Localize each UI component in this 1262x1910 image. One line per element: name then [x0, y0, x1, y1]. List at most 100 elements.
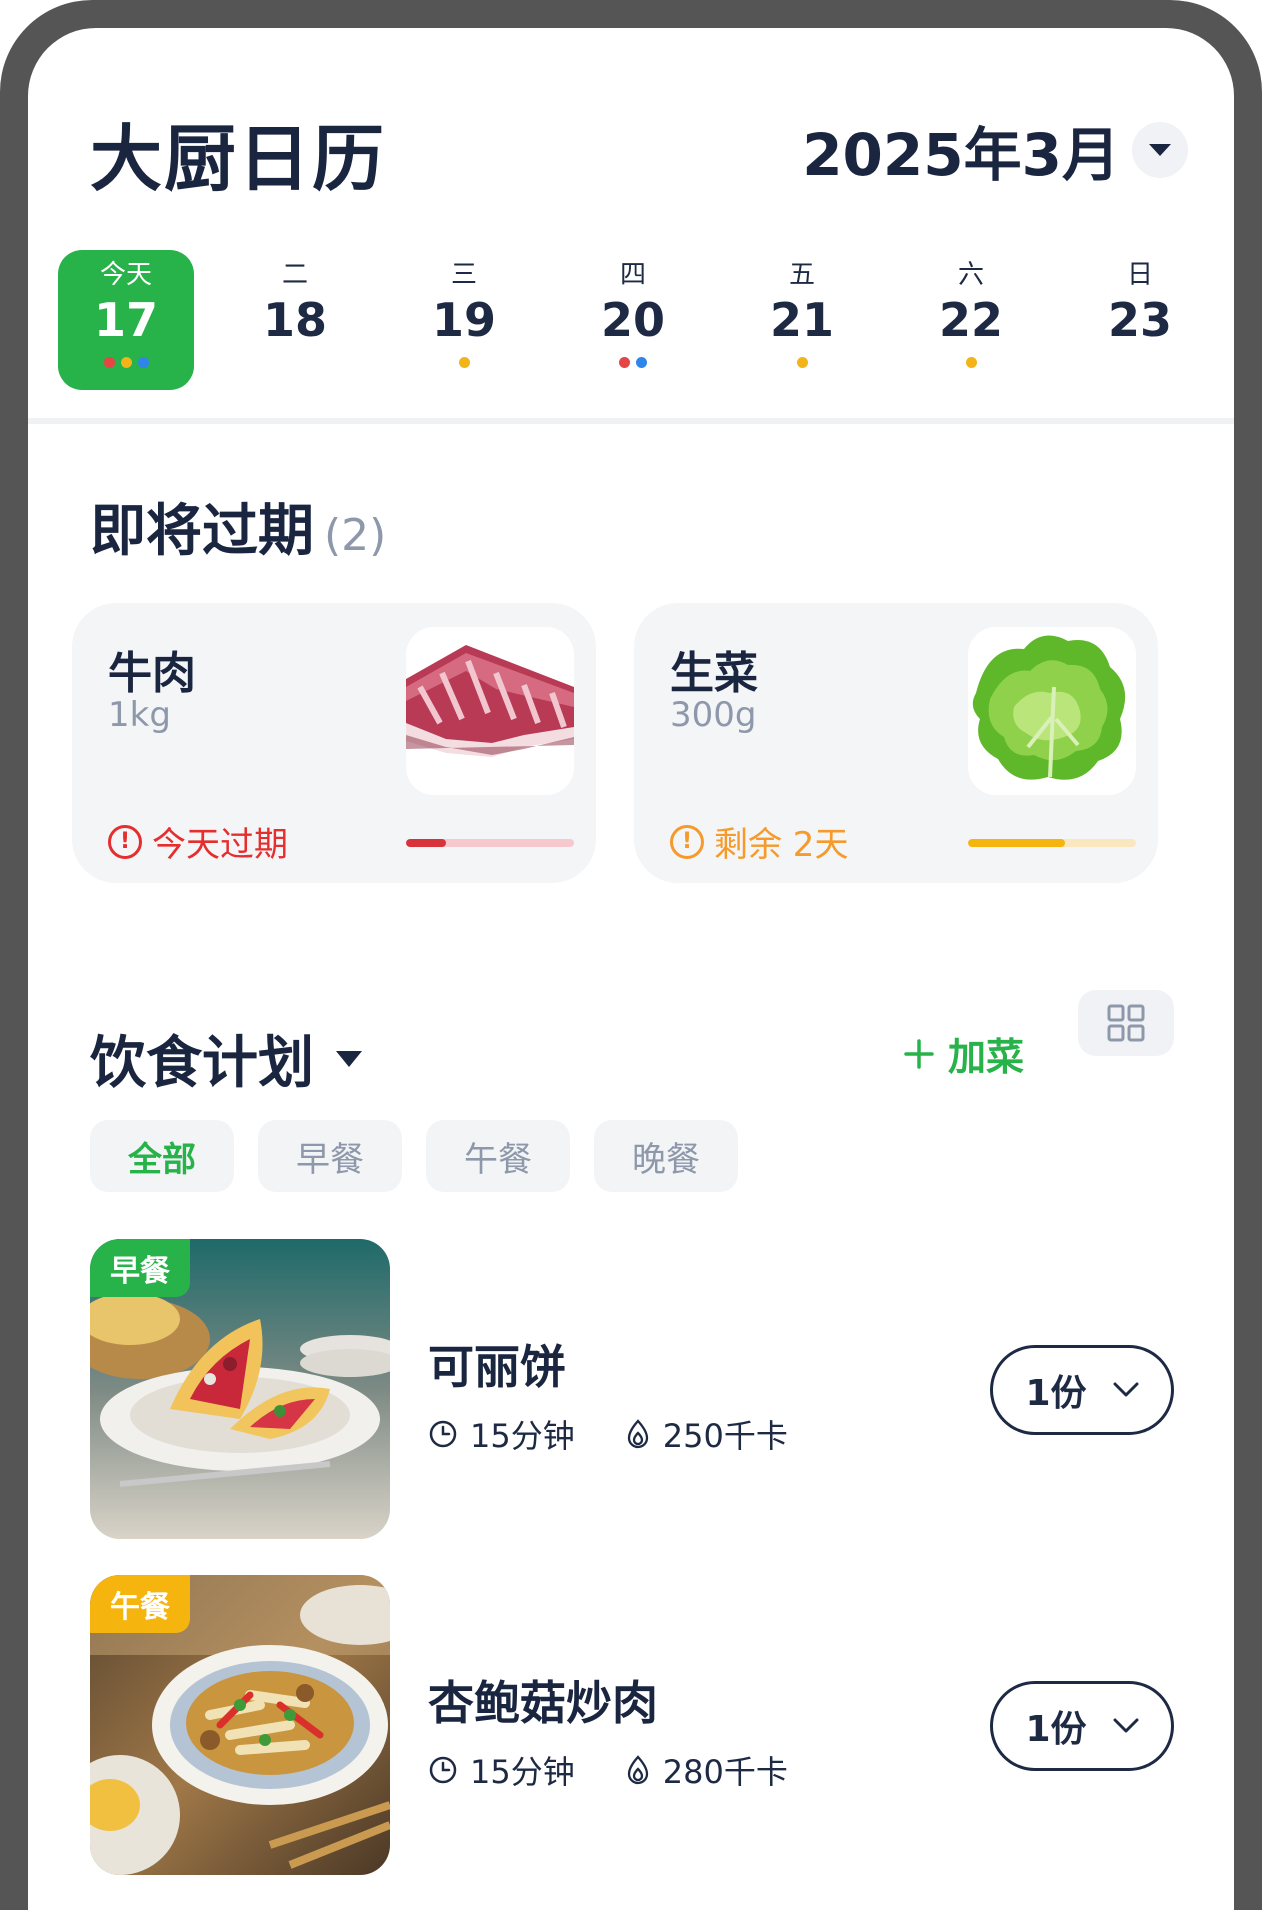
month-picker[interactable]: 2025年3月: [802, 108, 1188, 192]
flame-icon: [627, 1755, 648, 1785]
event-dot: [636, 356, 647, 368]
portion-selector[interactable]: 1份: [990, 1681, 1174, 1771]
plus-icon: [904, 1038, 934, 1069]
dish-name: 杏鲍菇炒肉: [428, 1676, 658, 1730]
event-dot: [137, 356, 149, 368]
freshness-bar: [968, 839, 1136, 847]
day-item[interactable]: 日 23: [1072, 250, 1208, 390]
add-dish-button[interactable]: 加菜: [904, 1026, 1024, 1081]
meal-type-tag: 午餐: [90, 1575, 190, 1633]
event-dot: [619, 356, 630, 368]
portion-label: 1份: [1025, 1373, 1087, 1414]
prep-time: 15分钟: [470, 1417, 575, 1455]
calories: 250千卡: [662, 1417, 788, 1455]
warning-icon: !: [670, 824, 704, 859]
dish-name: 可丽饼: [428, 1340, 566, 1394]
flame-icon: [627, 1419, 648, 1449]
ingredient-quantity: 300g: [670, 695, 757, 735]
app-screen: 大厨日历 2025年3月 今天 17 二 18 三 19 四 20 五 21 六 22 日2…: [28, 28, 1234, 1910]
event-dot: [965, 356, 977, 368]
beef-photo: [406, 627, 574, 795]
portion-label: 1份: [1025, 1709, 1087, 1750]
caret-down-icon: [1149, 144, 1171, 156]
lettuce-photo: [968, 627, 1136, 795]
meal-type-tag: 早餐: [90, 1239, 190, 1297]
meal-plan-dropdown[interactable]: 饮食计划: [90, 1018, 364, 1099]
day-number: 19: [431, 293, 496, 347]
month-dropdown-button[interactable]: [1132, 122, 1188, 178]
event-dot: [120, 356, 132, 368]
prep-time: 15分钟: [470, 1753, 575, 1791]
day-of-week: 六: [957, 260, 984, 290]
expiring-card-beef[interactable]: 牛肉 1kg ! 今天过期: [72, 603, 596, 883]
expiry-status-text: 今天过期: [152, 825, 288, 865]
day-item[interactable]: 四 20: [565, 250, 701, 390]
calories: 280千卡: [662, 1753, 788, 1791]
crepe-photo: 早餐: [90, 1239, 390, 1539]
day-of-week: 二: [281, 260, 308, 290]
week-strip: 今天 17 二 18 三 19 四 20 五 21 六 22 日 23: [58, 250, 1208, 390]
freshness-bar-fill: [406, 839, 447, 847]
stir-fry-photo: 午餐: [90, 1575, 390, 1875]
clock-icon: [429, 1756, 457, 1784]
day-number: 17: [93, 293, 158, 347]
day-dots: [619, 352, 647, 372]
grid-icon: [1107, 1004, 1145, 1042]
expiring-count: (2): [324, 510, 387, 561]
expiry-status: ! 剩余 2天: [670, 817, 848, 866]
filter-chip[interactable]: 全部: [90, 1120, 234, 1192]
expiring-title: 即将过期: [90, 499, 314, 564]
event-dot: [796, 356, 808, 368]
ingredient-name: 生菜: [670, 648, 758, 699]
app-title: 大厨日历: [90, 117, 387, 201]
device-frame: 大厨日历 2025年3月 今天 17 二 18 三 19 四 20 五 21 六 22 日2…: [0, 0, 1262, 1910]
day-of-week: 今天: [99, 260, 152, 290]
ingredient-name: 牛肉: [108, 648, 196, 699]
freshness-bar-fill: [968, 839, 1066, 847]
meal-filter-tabs: 全部 早餐 午餐 晚餐: [90, 1120, 738, 1192]
dish-meta: 15分钟 280千卡: [428, 1747, 788, 1793]
event-dot: [103, 356, 115, 368]
day-number: 21: [769, 293, 834, 347]
day-dots: [965, 352, 977, 372]
filter-chip[interactable]: 早餐: [258, 1120, 402, 1192]
clock-icon: [429, 1420, 457, 1448]
chevron-down-icon: [1113, 1382, 1139, 1397]
day-number: 22: [938, 293, 1003, 347]
ingredient-quantity: 1kg: [108, 695, 171, 735]
filter-chip[interactable]: 午餐: [426, 1120, 570, 1192]
meal-item[interactable]: 早餐 可丽饼 15分钟 250千卡 1份: [90, 1239, 1174, 1539]
chevron-down-icon: [1113, 1718, 1139, 1733]
day-number: 18: [262, 293, 327, 347]
day-item[interactable]: 三 19: [396, 250, 532, 390]
expiring-card-lettuce[interactable]: 生菜 300g ! 剩余 2天: [634, 603, 1158, 883]
day-dots: [796, 352, 808, 372]
expiry-status: ! 今天过期: [108, 817, 288, 866]
event-dot: [458, 356, 470, 368]
warning-icon: !: [108, 824, 142, 859]
caret-down-icon: [336, 1050, 362, 1067]
portion-selector[interactable]: 1份: [990, 1345, 1174, 1435]
day-dots: [458, 352, 470, 372]
dish-meta: 15分钟 250千卡: [428, 1411, 788, 1457]
day-item[interactable]: 二 18: [227, 250, 363, 390]
day-dots: [103, 352, 149, 372]
day-of-week: 五: [788, 260, 815, 290]
freshness-bar: [406, 839, 574, 847]
day-item[interactable]: 六 22: [903, 250, 1039, 390]
filter-chip[interactable]: 晚餐: [594, 1120, 738, 1192]
section-divider: [28, 418, 1234, 424]
day-number: 20: [600, 293, 665, 347]
meal-item[interactable]: 午餐 杏鲍菇炒肉 15分钟 280千卡 1份: [90, 1575, 1174, 1875]
add-dish-label: 加菜: [948, 1035, 1025, 1079]
day-item[interactable]: 今天 17: [58, 250, 194, 390]
day-of-week: 日: [1126, 260, 1153, 290]
grid-view-button[interactable]: [1078, 990, 1174, 1056]
day-item[interactable]: 五 21: [734, 250, 870, 390]
day-number: 23: [1107, 293, 1172, 347]
expiring-section-title: 即将过期 (2): [90, 486, 386, 567]
day-of-week: 四: [619, 260, 646, 290]
month-label: 2025年3月: [802, 121, 1120, 189]
expiry-status-text: 剩余 2天: [714, 825, 849, 865]
meal-plan-title: 饮食计划: [90, 1031, 314, 1096]
